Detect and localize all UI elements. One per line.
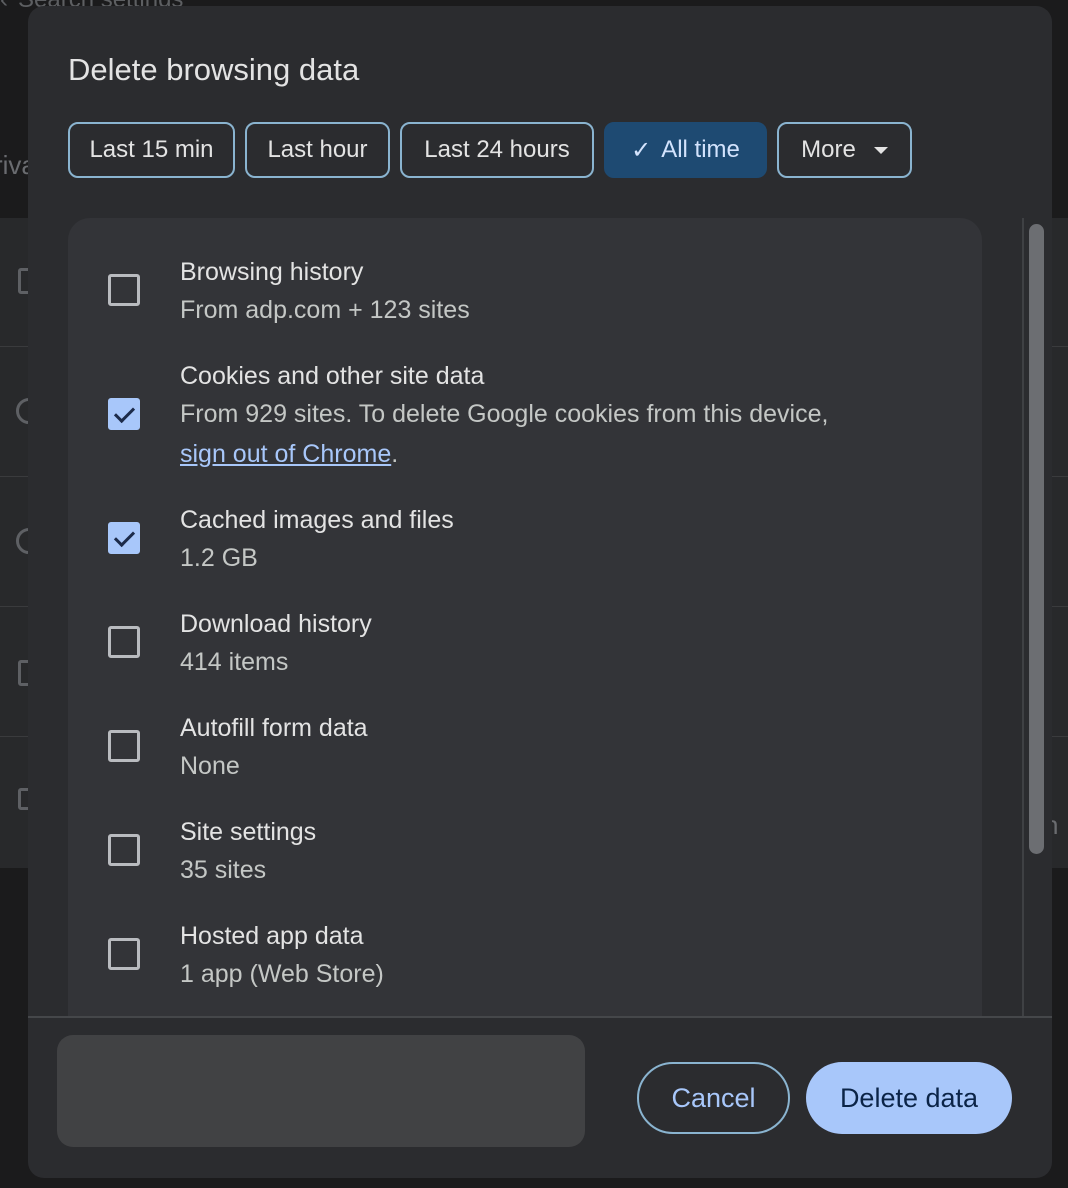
checkbox-cached-images[interactable] [108,522,140,554]
checkbox-autofill[interactable] [108,730,140,762]
item-subtitle: 35 sites [180,856,267,884]
chip-more-dropdown[interactable]: More [777,122,912,178]
dialog-title: Delete browsing data [68,52,360,87]
checkbox-hosted-app-data[interactable] [108,938,140,970]
chip-last-hour[interactable]: Last hour [245,122,390,178]
data-types-list: Browsing history From adp.com + 123 site… [68,218,982,1018]
item-title: Browsing history [180,258,364,286]
item-title: Site settings [180,818,317,846]
footer-account-placeholder [57,1035,585,1147]
item-subtitle: 1 app (Web Store) [180,960,384,988]
chip-label: Last 24 hours [424,136,570,163]
checkmark-icon: ✓ [631,136,652,164]
item-subtitle-text: From 929 sites. To delete Google cookies… [180,400,829,428]
item-title: Hosted app data [180,922,364,950]
back-arrow-icon: ‹ [0,0,8,14]
scrollbar-track[interactable] [1022,218,1024,1018]
chip-last-24-hours[interactable]: Last 24 hours [400,122,594,178]
chip-label: All time [661,136,740,163]
item-subtitle: None [180,752,240,780]
checkbox-download-history[interactable] [108,626,140,658]
chip-label: More [801,136,856,163]
chip-all-time[interactable]: ✓ All time [604,122,767,178]
item-subtitle: 1.2 GB [180,544,258,572]
sign-out-link[interactable]: sign out of Chrome [180,440,391,468]
item-title: Cookies and other site data [180,362,485,390]
checkbox-site-settings[interactable] [108,834,140,866]
caret-down-icon [873,146,888,154]
item-title: Download history [180,610,372,638]
cancel-button[interactable]: Cancel [637,1062,790,1134]
item-title: Cached images and files [180,506,454,534]
item-subtitle: From 929 sites. To delete Google cookies… [180,394,940,474]
chip-last-15-min[interactable]: Last 15 min [68,122,235,178]
item-subtitle: 414 items [180,648,289,676]
link-suffix: . [391,440,399,468]
footer-divider [28,1016,1052,1018]
item-title: Autofill form data [180,714,368,742]
item-subtitle: From adp.com + 123 sites [180,296,470,324]
chip-label: Last 15 min [89,136,214,163]
chip-label: Last hour [267,136,368,163]
delete-browsing-data-dialog: Delete browsing data Last 15 min Last ho… [28,6,1052,1178]
scrollbar-thumb[interactable] [1029,224,1044,854]
checkbox-browsing-history[interactable] [108,274,140,306]
delete-data-button[interactable]: Delete data [806,1062,1012,1134]
checkbox-cookies[interactable] [108,398,140,430]
